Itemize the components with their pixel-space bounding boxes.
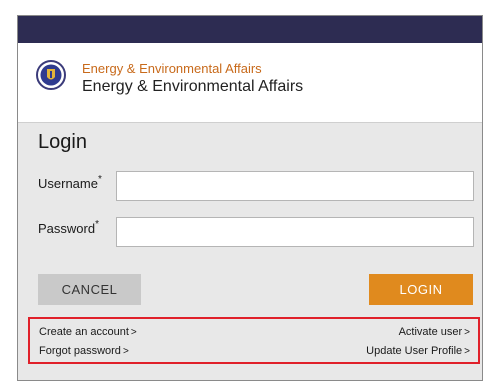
account-links-panel: Create an account > Forgot password > Acti… — [28, 317, 480, 364]
login-window: Energy & Environmental Affairs Energy & … — [17, 15, 483, 381]
password-input[interactable] — [116, 217, 474, 247]
chevron-right-icon: > — [464, 327, 470, 338]
forgot-password-link-text: Forgot password — [39, 345, 121, 357]
password-label-text: Password — [38, 221, 96, 236]
forgot-password-link[interactable]: Forgot password > — [39, 345, 129, 357]
page-title: Login — [38, 131, 87, 153]
agency-subtitle: Energy & Environmental Affairs — [82, 61, 262, 76]
required-marker: * — [95, 219, 99, 230]
chevron-right-icon: > — [122, 346, 129, 357]
update-profile-link-text: Update User Profile — [366, 345, 463, 357]
massachusetts-seal-icon — [36, 60, 66, 90]
username-input[interactable] — [116, 171, 474, 201]
agency-header: Energy & Environmental Affairs Energy & … — [18, 43, 482, 123]
update-profile-link[interactable]: Update User Profile > — [366, 345, 470, 357]
chevron-right-icon: > — [130, 327, 137, 338]
create-account-link-text: Create an account — [39, 326, 129, 338]
top-bar — [18, 16, 482, 43]
agency-title: Energy & Environmental Affairs — [82, 78, 304, 95]
create-account-link[interactable]: Create an account > — [39, 326, 137, 338]
required-marker: * — [97, 174, 102, 185]
activate-user-link-text: Activate user — [398, 326, 463, 338]
username-label-text: Username — [38, 176, 98, 191]
activate-user-link[interactable]: Activate user > — [399, 326, 470, 338]
username-label: Username* — [38, 174, 102, 191]
login-button[interactable]: LOGIN — [369, 274, 473, 305]
chevron-right-icon: > — [464, 346, 470, 357]
password-label: Password* — [38, 219, 99, 236]
cancel-button[interactable]: CANCEL — [38, 274, 141, 305]
